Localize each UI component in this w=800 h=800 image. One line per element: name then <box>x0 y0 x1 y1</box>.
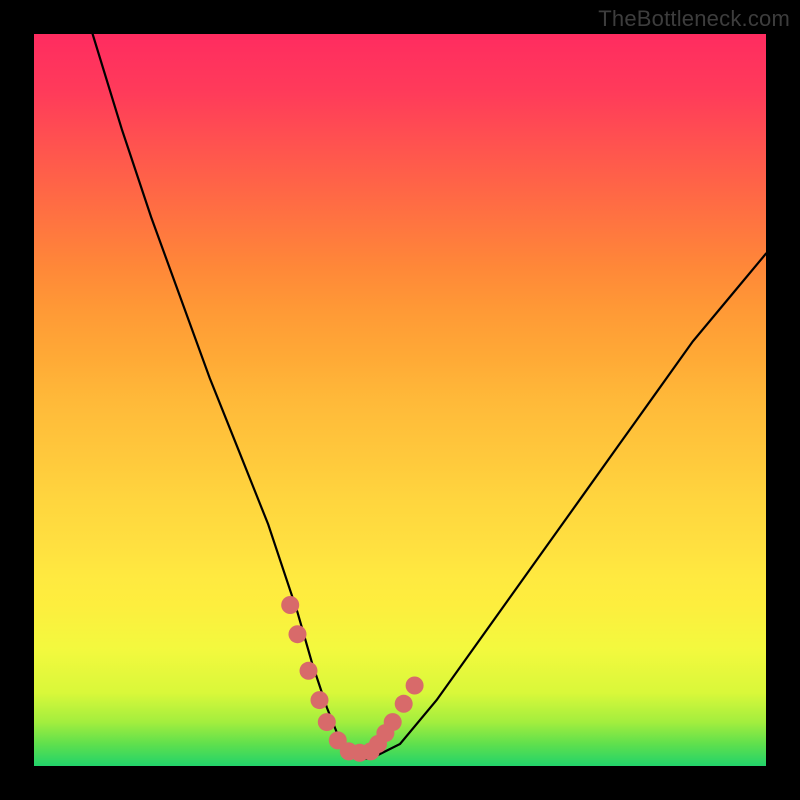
highlight-dot <box>281 596 299 614</box>
highlight-dot <box>384 713 402 731</box>
highlight-dot <box>406 677 424 695</box>
highlight-dot <box>300 662 318 680</box>
highlight-dot <box>311 691 329 709</box>
highlight-dot <box>395 695 413 713</box>
highlight-dot <box>318 713 336 731</box>
chart-frame: TheBottleneck.com <box>0 0 800 800</box>
highlight-dot <box>289 625 307 643</box>
bottleneck-curve-line <box>93 34 766 759</box>
watermark-text: TheBottleneck.com <box>598 6 790 32</box>
highlight-dots-group <box>281 596 423 762</box>
plot-area <box>34 34 766 766</box>
chart-svg <box>34 34 766 766</box>
